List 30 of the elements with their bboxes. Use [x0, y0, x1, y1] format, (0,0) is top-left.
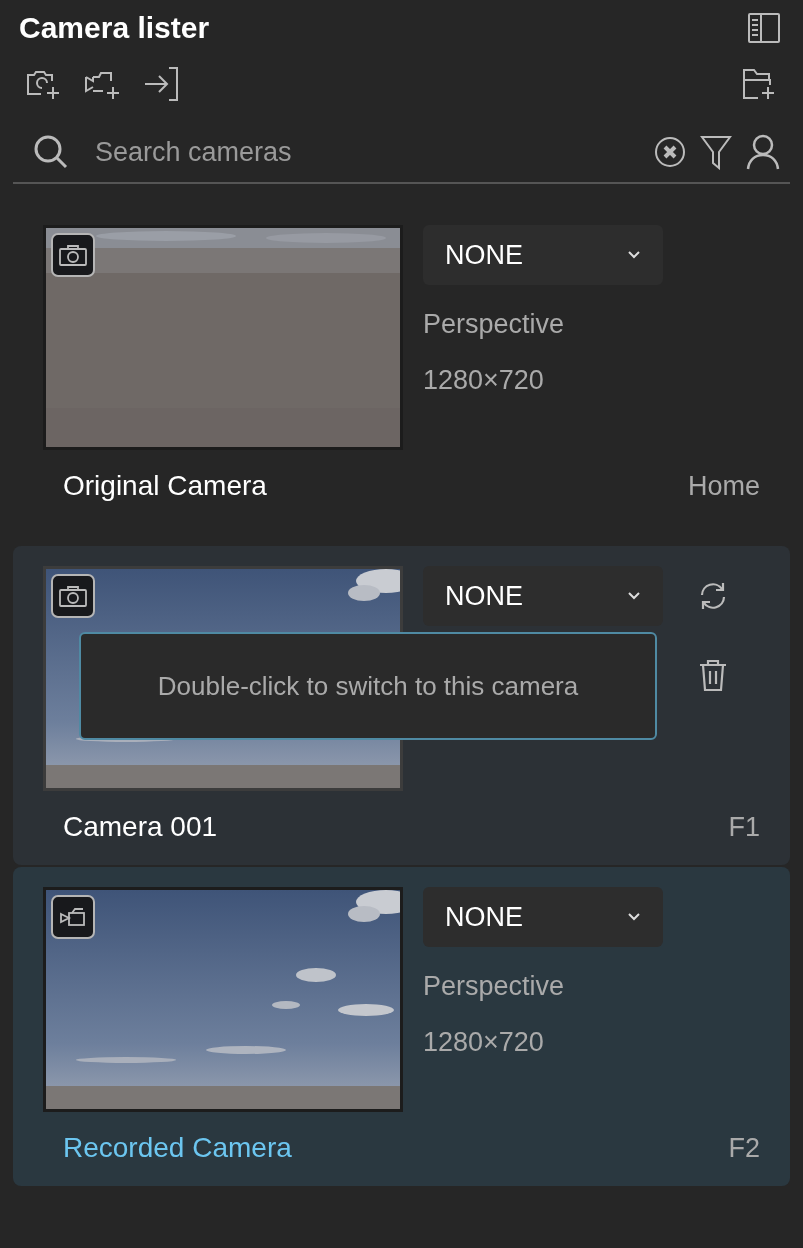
camera-card[interactable]: NONE Camera 001 F1 Double-click to switch to this camera	[13, 546, 790, 865]
sidebar-layout-icon[interactable]	[746, 10, 782, 46]
shortcut-label: F1	[728, 811, 760, 843]
camera-name: Camera 001	[63, 811, 218, 843]
chevron-down-icon	[627, 591, 641, 601]
camera-name: Original Camera	[63, 470, 267, 502]
shortcut-label: Home	[687, 470, 760, 502]
chevron-down-icon	[627, 250, 641, 260]
preset-dropdown[interactable]: NONE	[423, 566, 663, 626]
camera-card[interactable]: NONE Perspective 1280×720 Recorded Camera F2	[13, 867, 790, 1186]
projection-label: Perspective	[423, 308, 566, 341]
chevron-down-icon	[627, 912, 641, 922]
filter-icon[interactable]	[700, 134, 732, 170]
panel-title: Camera lister	[19, 11, 210, 45]
shortcut-label: F2	[728, 1132, 760, 1164]
camera-name: Recorded Camera	[63, 1132, 292, 1164]
camera-icon	[57, 242, 89, 268]
tooltip: Double-click to switch to this camera	[79, 632, 657, 740]
import-icon[interactable]	[143, 66, 181, 102]
resolution-label: 1280×720	[423, 1026, 545, 1059]
delete-icon[interactable]	[697, 658, 729, 692]
clear-icon[interactable]	[654, 136, 686, 168]
preset-dropdown[interactable]: NONE	[423, 225, 663, 285]
projection-label: Perspective	[423, 970, 566, 1003]
preset-dropdown[interactable]: NONE	[423, 887, 663, 947]
search-field[interactable]: Search cameras	[83, 136, 640, 168]
search-icon	[33, 134, 69, 170]
camera-icon	[57, 583, 89, 609]
resolution-label: 1280×720	[423, 364, 545, 397]
user-icon[interactable]	[746, 134, 780, 170]
